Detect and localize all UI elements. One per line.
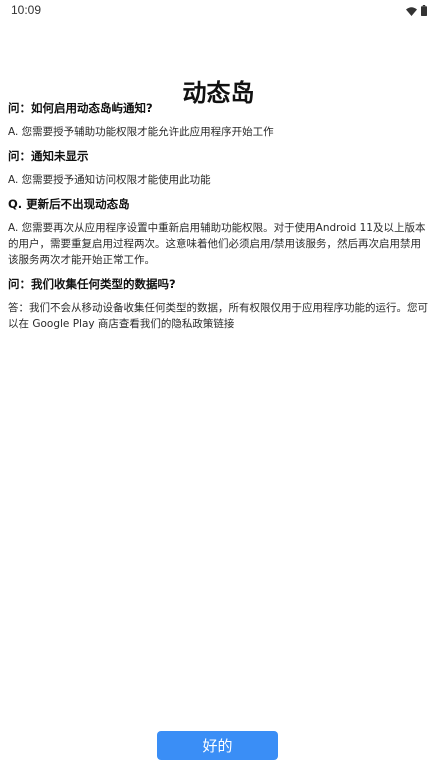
faq-list: 问：如何启用动态岛屿通知? A. 您需要授予辅助功能权限才能允许此应用程序开始工…: [8, 100, 430, 340]
status-bar: 10:09: [0, 0, 437, 22]
faq-item: Q. 更新后不出现动态岛 A. 您需要再次从应用程序设置中重新启用辅助功能权限。…: [8, 196, 430, 268]
battery-icon: [421, 1, 427, 20]
status-icons: [406, 4, 427, 16]
status-time: 10:09: [11, 3, 42, 17]
wifi-icon: [406, 1, 417, 20]
ok-button[interactable]: 好的: [157, 731, 278, 760]
faq-answer: A. 您需要再次从应用程序设置中重新启用辅助功能权限。对于使用Android 1…: [8, 222, 426, 266]
faq-question: 问：通知未显示: [8, 149, 89, 163]
faq-item: 问：如何启用动态岛屿通知? A. 您需要授予辅助功能权限才能允许此应用程序开始工…: [8, 100, 430, 140]
faq-item: 问：通知未显示 A. 您需要授予通知访问权限才能使用此功能: [8, 148, 430, 188]
faq-question: 问：如何启用动态岛屿通知?: [8, 101, 153, 115]
faq-answer: A. 您需要授予通知访问权限才能使用此功能: [8, 174, 211, 186]
faq-answer: A. 您需要授予辅助功能权限才能允许此应用程序开始工作: [8, 126, 274, 138]
faq-question: Q. 更新后不出现动态岛: [8, 197, 130, 211]
faq-item: 问：我们收集任何类型的数据吗? 答：我们不会从移动设备收集任何类型的数据，所有权…: [8, 276, 430, 332]
faq-question: 问：我们收集任何类型的数据吗?: [8, 277, 176, 291]
faq-answer: 答：我们不会从移动设备收集任何类型的数据，所有权限仅用于应用程序功能的运行。您可…: [8, 302, 428, 330]
